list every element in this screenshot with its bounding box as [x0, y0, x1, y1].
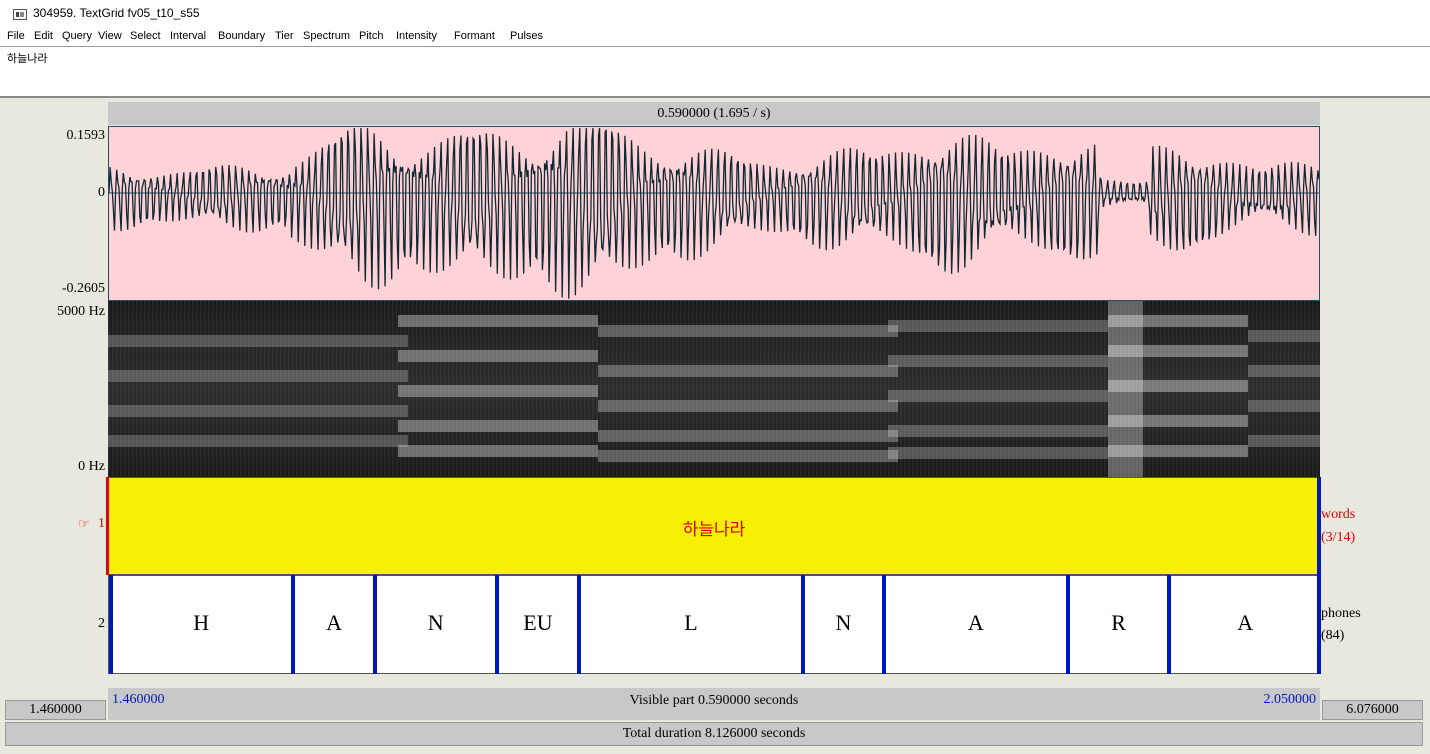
word-interval-label[interactable]: 하늘나라 [109, 515, 1319, 540]
praat-window-icon [13, 9, 27, 20]
menu-bar: File Edit Query View Select Interval Bou… [0, 30, 1430, 46]
tier-phones[interactable]: H A N EU L N A R A [108, 575, 1321, 674]
visible-end-time: 2.050000 [1263, 692, 1317, 707]
spectrogram-bottom-label: 0 Hz [78, 459, 105, 474]
menu-intensity[interactable]: Intensity [396, 30, 437, 42]
menu-pitch[interactable]: Pitch [359, 30, 383, 42]
phone-boundary[interactable] [1065, 575, 1070, 674]
phone-boundary[interactable] [291, 575, 296, 674]
selection-duration: 0.590000 (1.695 / s) [657, 106, 771, 121]
wave-min-label: -0.2605 [61, 281, 105, 296]
visible-part-bar[interactable]: 1.460000 Visible part 0.590000 seconds 2… [108, 688, 1320, 720]
waveform[interactable] [108, 126, 1320, 301]
utterance-text[interactable]: 하늘나라 [7, 50, 47, 66]
window-end-button[interactable]: 6.076000 [1322, 700, 1423, 720]
phone-segment-label[interactable]: A [1237, 610, 1253, 636]
wave-max-label: 0.1593 [66, 128, 106, 143]
left-boundary-marker[interactable] [106, 477, 109, 575]
phone-boundary[interactable] [109, 575, 113, 674]
tier2-name: phones [1321, 606, 1361, 621]
phone-boundary[interactable] [372, 575, 377, 674]
spectrogram-plot [108, 301, 1320, 477]
total-duration-label: Total duration 8.126000 seconds [622, 726, 806, 741]
menu-divider [0, 46, 1430, 47]
menu-query[interactable]: Query [62, 30, 92, 42]
menu-edit[interactable]: Edit [34, 30, 53, 42]
window-title: 304959. TextGrid fv05_t10_s55 [33, 6, 200, 20]
phone-boundary[interactable] [577, 575, 581, 674]
menu-select[interactable]: Select [130, 30, 161, 42]
menu-spectrum[interactable]: Spectrum [303, 30, 350, 42]
visible-part-label: Visible part 0.590000 seconds [629, 693, 799, 708]
selection-bar[interactable]: 0.590000 (1.695 / s) [108, 102, 1320, 125]
wave-zero-label: 0 [98, 185, 105, 200]
phone-segment-label[interactable]: A [326, 610, 342, 636]
phone-segment-label[interactable]: A [968, 610, 984, 636]
phone-boundary[interactable] [800, 575, 805, 674]
tier1-name: words [1321, 507, 1356, 522]
tier2-count: (84) [1321, 628, 1345, 643]
menu-view[interactable]: View [98, 30, 122, 42]
phone-segment-label[interactable]: EU [523, 610, 552, 636]
tier2-number: 2 [98, 616, 105, 631]
menu-tier[interactable]: Tier [275, 30, 294, 42]
menu-interval[interactable]: Interval [170, 30, 206, 42]
phone-boundary[interactable] [882, 575, 887, 674]
menu-file[interactable]: File [7, 30, 25, 42]
phone-boundary[interactable] [494, 575, 499, 674]
menu-pulses[interactable]: Pulses [510, 30, 543, 42]
tier1-count: (3/14) [1321, 530, 1356, 545]
spectrogram[interactable] [108, 301, 1320, 477]
menu-boundary[interactable]: Boundary [218, 30, 265, 42]
tier1-number: 1 [98, 516, 105, 531]
phone-segment-label[interactable]: N [428, 610, 444, 636]
phone-boundary[interactable] [1317, 575, 1321, 674]
right-boundary-marker[interactable] [1317, 477, 1321, 575]
waveform-plot [109, 127, 1319, 299]
phone-segment-label[interactable]: N [836, 610, 852, 636]
window-start-button[interactable]: 1.460000 [5, 700, 106, 720]
menu-formant[interactable]: Formant [454, 30, 495, 42]
total-duration-bar[interactable]: Total duration 8.126000 seconds [5, 722, 1423, 746]
tier-words[interactable]: 하늘나라 [108, 477, 1320, 575]
title-bar: 304959. TextGrid fv05_t10_s55 [0, 0, 1430, 28]
phone-segment-label[interactable]: H [193, 610, 209, 636]
waveform-trace [109, 127, 1319, 299]
phone-segment-label[interactable]: L [684, 610, 697, 636]
phone-boundary[interactable] [1167, 575, 1172, 674]
phone-segment-label[interactable]: R [1111, 610, 1126, 636]
spectrogram-top-label: 5000 Hz [57, 304, 105, 319]
